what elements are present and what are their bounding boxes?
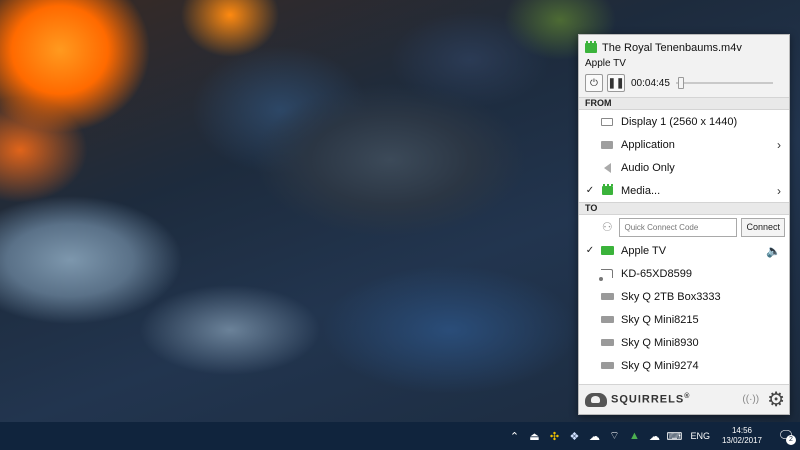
seek-thumb[interactable] [677,77,684,89]
from-item-label: Media... [621,184,661,197]
device-sky-q-mini9274[interactable]: Sky Q Mini9274 [579,354,789,377]
chevron-right-icon: › [777,183,781,198]
from-item-label: Application [621,138,675,151]
application-icon [601,140,613,149]
popup-header: The Royal Tenenbaums.m4v Apple TV ⏻ ❚❚ 0… [579,35,789,97]
from-item-application[interactable]: Application › [579,133,789,156]
device-label: Sky Q Mini8930 [621,336,699,349]
media-icon [585,41,597,53]
share-icon: ⚇ [601,220,613,234]
media-icon [601,184,613,195]
device-label: Sky Q Mini9274 [621,359,699,372]
target-device-label: Apple TV [585,58,626,69]
keyboard-icon[interactable]: ⌨ [666,428,682,444]
check-mark-icon: ✓ [585,185,595,196]
from-item-label: Audio Only [621,161,675,174]
clock-date: 13/02/2017 [721,436,762,445]
notification-count-badge: 2 [786,435,796,445]
taskbar: ⌃ ⏏ ✣ ❖ ☁ ⌔ ▲ ☁ ⌨ ENG 14:56 13/02/2017 🗨… [0,422,800,450]
device-sky-q-2tb[interactable]: Sky Q 2TB Box3333 [579,285,789,308]
google-drive-icon[interactable]: ▲ [626,428,642,444]
chevron-up-icon[interactable]: ⌃ [506,428,522,444]
device-label: Apple TV [621,244,667,257]
wifi-icon[interactable]: ⌔ [606,428,622,444]
device-kd-65xd8599[interactable]: KD-65XD8599 [579,262,789,285]
device-sky-q-mini8215[interactable]: Sky Q Mini8215 [579,308,789,331]
pause-icon: ❚❚ [607,77,625,89]
chevron-right-icon: › [777,137,781,152]
connect-button[interactable]: Connect [741,217,785,237]
playback-controls: ⏻ ❚❚ 00:04:45 [585,74,783,92]
from-section-label: FROM [579,97,789,110]
device-label: Sky Q 2TB Box3333 [621,290,721,303]
set-top-box-icon [600,316,614,323]
broadcast-icon[interactable]: ((·)) [742,394,759,405]
seek-track [675,82,773,84]
from-item-label: Display 1 (2560 x 1440) [621,115,738,128]
display-icon [601,117,613,126]
squirrels-tray-icon[interactable]: ☁ [586,428,602,444]
airparrot-popup: The Royal Tenenbaums.m4v Apple TV ⏻ ❚❚ 0… [578,34,790,415]
set-top-box-icon [600,293,614,300]
power-button[interactable]: ⏻ [585,74,603,92]
squirrels-logo-text: SQUIRRELS® [611,393,691,406]
action-center-button[interactable]: 🗨 2 [776,426,796,446]
seek-slider[interactable] [675,74,773,92]
cast-icon [599,269,613,281]
clock[interactable]: 14:56 13/02/2017 [722,426,762,446]
to-section-label: TO [579,202,789,215]
playback-time: 00:04:45 [631,77,670,89]
device-label: Sky Q Mini8215 [621,313,699,326]
pinwheel-icon[interactable]: ✣ [546,428,562,444]
speaker-icon [603,162,611,173]
apple-tv-icon [600,246,614,255]
dropbox-icon[interactable]: ❖ [566,428,582,444]
device-sky-q-mini8930[interactable]: Sky Q Mini8930 [579,331,789,354]
from-item-media[interactable]: ✓ Media... › [579,179,789,202]
check-mark-icon: ✓ [585,245,595,256]
set-top-box-icon [600,362,614,369]
usb-icon[interactable]: ⏏ [526,428,542,444]
device-apple-tv[interactable]: ✓ Apple TV 🔈 [579,239,789,262]
squirrels-logo-icon [585,392,607,407]
from-item-display[interactable]: Display 1 (2560 x 1440) [579,110,789,133]
pause-button[interactable]: ❚❚ [607,74,625,92]
language-indicator[interactable]: ENG [690,431,710,441]
speaker-playing-icon[interactable]: 🔈 [766,244,781,258]
gear-icon[interactable]: ⚙ [767,390,785,410]
set-top-box-icon [600,339,614,346]
power-icon: ⏻ [590,77,598,89]
popup-footer: SQUIRRELS® ((·)) ⚙ [579,384,789,414]
from-item-audio-only[interactable]: Audio Only [579,156,789,179]
title-row: The Royal Tenenbaums.m4v [585,41,783,55]
quick-connect-row: ⚇ Connect [579,215,789,239]
media-title: The Royal Tenenbaums.m4v [602,42,742,54]
clock-time: 14:56 [731,426,752,435]
cloud-sync-icon[interactable]: ☁ [646,428,662,444]
quick-connect-input[interactable] [619,217,738,237]
device-label: KD-65XD8599 [621,267,692,280]
